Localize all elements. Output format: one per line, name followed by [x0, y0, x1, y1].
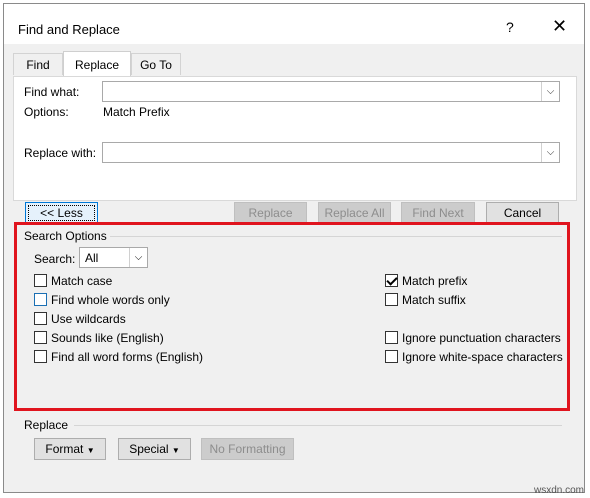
use-wildcards-label: Use wildcards	[51, 312, 126, 326]
tab-goto[interactable]: Go To	[131, 53, 181, 75]
special-button[interactable]: Special ▼	[118, 438, 191, 460]
cancel-button[interactable]: Cancel	[486, 202, 559, 224]
chevron-down-icon[interactable]: ⌵	[541, 82, 559, 101]
watermark: wsxdn.com	[533, 485, 584, 496]
format-button[interactable]: Format ▼	[34, 438, 106, 460]
match-case-label: Match case	[51, 274, 113, 288]
search-label: Search:	[34, 252, 76, 266]
dropdown-arrow-icon: ▼	[171, 446, 180, 455]
replace-section-title: Replace	[24, 418, 69, 432]
search-direction-value: All	[85, 251, 99, 265]
find-what-field[interactable]: ⌵	[102, 81, 560, 102]
replace-with-field[interactable]: ⌵	[102, 142, 560, 163]
search-options-title: Search Options	[24, 229, 107, 243]
replace-all-button[interactable]: Replace All	[318, 202, 391, 224]
match-prefix-label: Match prefix	[402, 274, 468, 288]
use-wildcards-checkbox[interactable]	[34, 312, 47, 325]
format-button-label: Format	[45, 442, 84, 456]
no-formatting-button[interactable]: No Formatting	[201, 438, 294, 460]
divider	[110, 236, 562, 237]
find-all-word-forms-label: Find all word forms (English)	[51, 350, 204, 364]
match-suffix-checkbox[interactable]	[385, 293, 398, 306]
search-direction-select[interactable]: All ⌵	[79, 247, 148, 268]
find-what-label: Find what:	[24, 85, 80, 99]
chevron-down-icon[interactable]: ⌵	[541, 143, 559, 162]
match-case-checkbox[interactable]	[34, 274, 47, 287]
ignore-white-space-label: Ignore white-space characters	[402, 350, 563, 364]
ignore-white-space-checkbox[interactable]	[385, 350, 398, 363]
match-prefix-checkbox[interactable]	[385, 274, 398, 287]
tab-replace[interactable]: Replace	[63, 51, 131, 77]
find-next-button[interactable]: Find Next	[401, 202, 475, 224]
dropdown-arrow-icon: ▼	[86, 446, 95, 455]
find-all-word-forms-checkbox[interactable]	[34, 350, 47, 363]
sounds-like-label: Sounds like (English)	[51, 331, 164, 345]
tab-find[interactable]: Find	[13, 53, 63, 75]
less-button-label: << Less	[28, 205, 95, 221]
match-suffix-label: Match suffix	[402, 293, 466, 307]
find-replace-dialog: Find and Replace ? ✕ Find Replace Go To …	[3, 3, 585, 493]
ignore-punctuation-label: Ignore punctuation characters	[402, 331, 561, 345]
options-label: Options:	[24, 105, 69, 119]
divider	[74, 425, 562, 426]
options-value: Match Prefix	[103, 105, 170, 119]
find-whole-words-label: Find whole words only	[51, 293, 170, 307]
close-icon[interactable]: ✕	[552, 16, 567, 37]
title-bar: Find and Replace ? ✕	[4, 4, 584, 44]
chevron-down-icon[interactable]: ⌵	[129, 248, 147, 267]
less-button[interactable]: << Less	[25, 202, 98, 224]
sounds-like-checkbox[interactable]	[34, 331, 47, 344]
help-button[interactable]: ?	[506, 19, 514, 35]
replace-button[interactable]: Replace	[234, 202, 307, 224]
dialog-title: Find and Replace	[18, 22, 120, 37]
replace-with-label: Replace with:	[24, 146, 97, 160]
ignore-punctuation-checkbox[interactable]	[385, 331, 398, 344]
special-button-label: Special	[129, 442, 169, 456]
find-whole-words-checkbox[interactable]	[34, 293, 47, 306]
